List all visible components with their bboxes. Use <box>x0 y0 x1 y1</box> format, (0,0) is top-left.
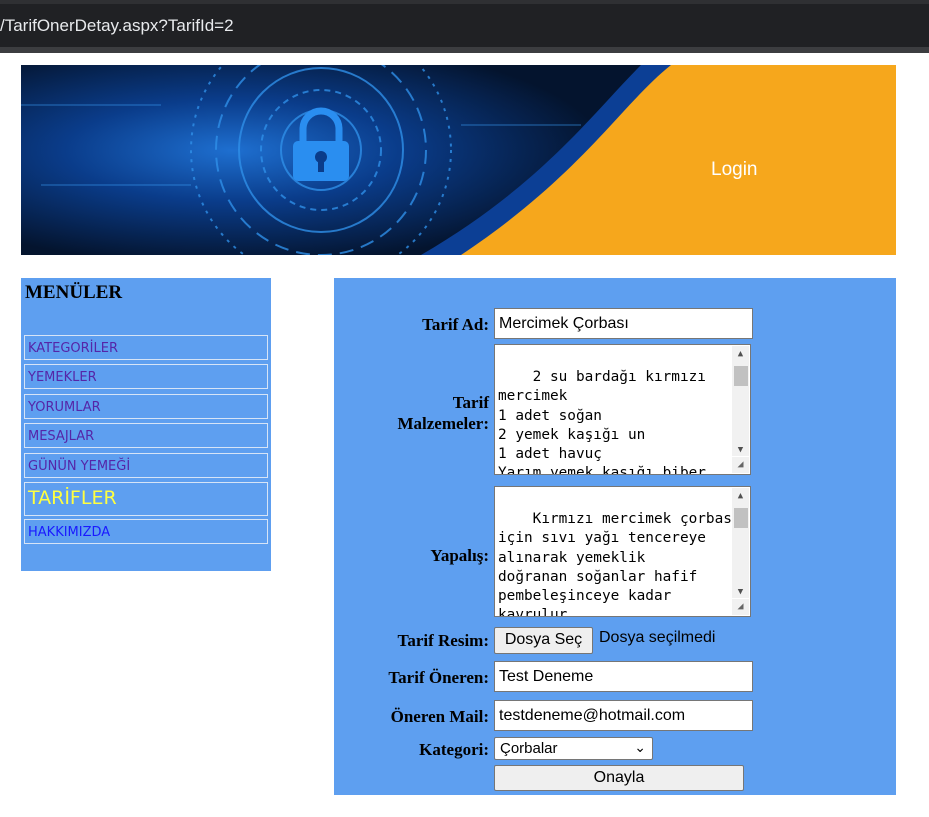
ingredients-label: Tarif Malzemeler: <box>397 392 489 434</box>
toolbar-divider <box>0 47 929 53</box>
suggester-label: Tarif Öneren: <box>388 668 489 687</box>
suggester-input[interactable]: Test Deneme <box>494 661 753 692</box>
steps-textarea[interactable]: Kırmızı mercimek çorbası için sıvı yağı … <box>494 486 751 617</box>
ingredients-textarea[interactable]: 2 su bardağı kırmızı mercimek 1 adet soğ… <box>494 344 751 475</box>
menu-title: MENÜLER <box>25 282 123 303</box>
scroll-up-icon[interactable]: ▲ <box>732 346 749 362</box>
sidebar-menu: MENÜLER KATEGORİLER YEMEKLER YORUMLAR ME… <box>21 278 271 571</box>
ingredients-scrollbar[interactable]: ▲ ▼ <box>732 346 749 456</box>
sidebar-item-gunun-yemegi[interactable]: GÜNÜN YEMEĞİ <box>24 453 268 478</box>
mail-input[interactable]: testdeneme@hotmail.com <box>494 700 753 731</box>
security-lock-illustration <box>21 65 896 255</box>
recipe-form: Tarif Ad: Mercimek Çorbası Tarif Malzeme… <box>334 278 896 795</box>
header-banner: Login <box>21 65 896 255</box>
recipe-name-input[interactable]: Mercimek Çorbası <box>494 308 753 339</box>
choose-file-button[interactable]: Dosya Seç <box>494 627 593 654</box>
browser-address-bar[interactable]: /TarifOnerDetay.aspx?TarifId=2 <box>0 0 929 53</box>
recipe-name-label: Tarif Ad: <box>422 315 489 334</box>
submit-button[interactable]: Onayla <box>494 765 744 791</box>
resize-handle-icon[interactable]: ◢ <box>732 457 749 473</box>
steps-text[interactable]: Kırmızı mercimek çorbası için sıvı yağı … <box>498 511 741 616</box>
ingredients-label-line2: Malzemeler: <box>397 414 489 433</box>
scroll-up-icon[interactable]: ▲ <box>732 488 749 504</box>
mail-label: Öneren Mail: <box>390 707 489 726</box>
image-label: Tarif Resim: <box>397 631 489 650</box>
sidebar-item-yorumlar[interactable]: YORUMLAR <box>24 394 268 419</box>
sidebar-item-mesajlar[interactable]: MESAJLAR <box>24 423 268 448</box>
file-status: Dosya seçilmedi <box>599 629 716 646</box>
ingredients-text[interactable]: 2 su bardağı kırmızı mercimek 1 adet soğ… <box>498 369 706 474</box>
category-select[interactable]: Çorbalar ⌄ <box>494 737 653 760</box>
sidebar-item-tarifler[interactable]: TARİFLER <box>24 482 268 516</box>
ingredients-label-line1: Tarif <box>452 393 489 412</box>
steps-scrollbar[interactable]: ▲ ▼ <box>732 488 749 598</box>
scroll-down-icon[interactable]: ▼ <box>732 584 749 600</box>
sidebar-item-hakkimizda[interactable]: HAKKIMIZDA <box>24 519 268 544</box>
chevron-down-icon[interactable]: ⌄ <box>634 739 646 756</box>
category-label: Kategori: <box>419 740 489 759</box>
category-selected-value[interactable]: Çorbalar <box>500 740 558 757</box>
url-text[interactable]: /TarifOnerDetay.aspx?TarifId=2 <box>0 16 234 36</box>
sidebar-item-yemekler[interactable]: YEMEKLER <box>24 364 268 389</box>
sidebar-item-kategoriler[interactable]: KATEGORİLER <box>24 335 268 360</box>
scroll-thumb[interactable] <box>734 508 748 528</box>
login-link[interactable]: Login <box>711 159 758 181</box>
steps-label: Yapalış: <box>430 546 489 565</box>
scroll-thumb[interactable] <box>734 366 748 386</box>
resize-handle-icon[interactable]: ◢ <box>732 599 749 615</box>
scroll-down-icon[interactable]: ▼ <box>732 442 749 458</box>
